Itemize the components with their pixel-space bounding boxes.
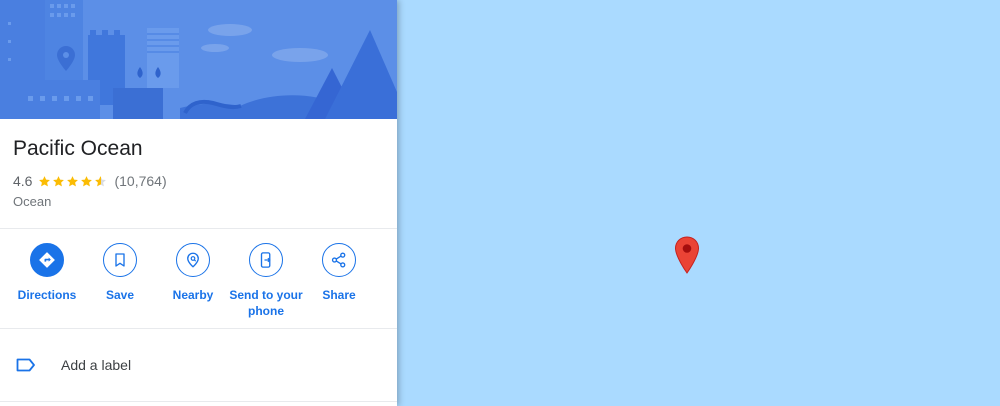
half-star-icon bbox=[95, 175, 107, 186]
place-title: Pacific Ocean bbox=[13, 137, 143, 160]
label-icon bbox=[16, 358, 35, 372]
rating-stars bbox=[38, 175, 108, 188]
add-label-text: Add a label bbox=[61, 357, 132, 373]
map-pin-icon[interactable] bbox=[674, 236, 700, 274]
star-icon bbox=[81, 175, 93, 186]
share-icon bbox=[331, 252, 346, 268]
send-to-phone-icon bbox=[260, 252, 271, 268]
nearby-button[interactable]: Nearby bbox=[153, 243, 233, 303]
divider bbox=[0, 228, 397, 229]
bookmark-icon bbox=[115, 253, 125, 267]
place-panel: Pacific Ocean 4.6 (10,764) Ocean Directi… bbox=[0, 0, 397, 406]
save-label: Save bbox=[105, 288, 135, 302]
directions-button[interactable]: Directions bbox=[7, 243, 87, 303]
directions-icon bbox=[39, 252, 55, 268]
star-icon bbox=[67, 175, 79, 186]
rating-row[interactable]: 4.6 (10,764) bbox=[13, 173, 167, 189]
add-label-button[interactable]: Add a label bbox=[0, 346, 397, 384]
share-button[interactable]: Share bbox=[299, 243, 379, 303]
send-to-phone-label: Send to your phone bbox=[229, 288, 303, 318]
place-hero-illustration bbox=[0, 0, 397, 119]
nearby-label: Nearby bbox=[172, 288, 214, 302]
nearby-icon bbox=[187, 252, 199, 268]
rating-value: 4.6 bbox=[13, 173, 33, 189]
divider bbox=[0, 401, 397, 402]
star-icon bbox=[53, 175, 65, 186]
map-canvas[interactable] bbox=[397, 0, 1000, 406]
send-to-phone-button[interactable]: Send to your phone bbox=[226, 243, 306, 319]
share-label: Share bbox=[322, 288, 356, 302]
save-button[interactable]: Save bbox=[80, 243, 160, 303]
directions-label: Directions bbox=[17, 288, 77, 302]
star-icon bbox=[39, 175, 51, 186]
review-count[interactable]: (10,764) bbox=[114, 173, 166, 189]
place-category[interactable]: Ocean bbox=[13, 194, 51, 209]
divider bbox=[0, 328, 397, 329]
